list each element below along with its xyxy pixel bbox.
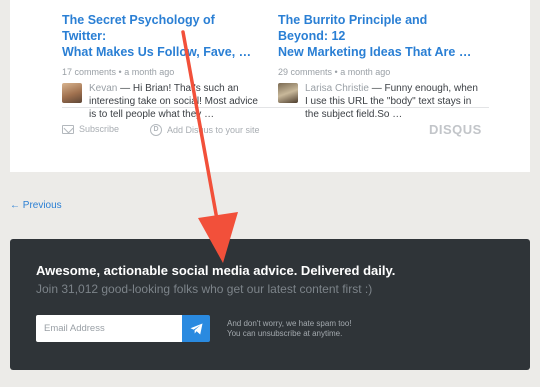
avatar[interactable] — [62, 83, 82, 103]
post-2-comment: Larisa Christie — Funny enough, when I u… — [278, 82, 478, 121]
subscribe-send-button[interactable] — [182, 315, 210, 342]
post-1-title-line-2: What Makes Us Follow, Fave, … — [62, 45, 252, 59]
paper-plane-icon — [190, 323, 202, 334]
comment-text-line-3: the subject field.So … — [305, 109, 403, 120]
meta-separator: • — [118, 67, 122, 77]
comment-text-line-2: I use this URL the "body" text stays in — [305, 96, 472, 107]
email-input[interactable] — [36, 315, 182, 342]
newsletter-headline: Awesome, actionable social media advice.… — [36, 263, 396, 278]
comment-text-line-3: is to tell people what they … — [89, 109, 215, 120]
add-disqus-label: Add Disqus to your site — [167, 125, 260, 135]
mail-icon — [62, 124, 74, 134]
post-2-title-line-1: The Burrito Principle and Beyond: 12 — [278, 13, 428, 43]
meta-separator: • — [334, 67, 338, 77]
post-1-comment-text: Kevan — Hi Brian! That's such an interes… — [89, 82, 262, 121]
post-1-comment-count[interactable]: 17 comments — [62, 67, 116, 77]
avatar[interactable] — [278, 83, 298, 103]
disqus-icon: D — [150, 124, 162, 136]
comment-text-line-1: — Hi Brian! That's such an — [120, 83, 239, 94]
post-2-title-line-2: New Marketing Ideas That Are … — [278, 45, 472, 59]
spam-note-line-1: And don't worry, we hate spam too! — [227, 319, 352, 328]
newsletter-subline: Join 31,012 good-looking folks who get o… — [36, 282, 373, 296]
post-2-meta: 29 comments • a month ago — [278, 67, 478, 78]
post-1-comment: Kevan — Hi Brian! That's such an interes… — [62, 82, 262, 121]
subscribe-label: Subscribe — [79, 124, 120, 134]
add-disqus-link[interactable]: D Add Disqus to your site — [150, 124, 260, 136]
post-2-comment-count[interactable]: 29 comments — [278, 67, 332, 77]
disqus-recommendations-card: The Secret Psychology of Twitter: What M… — [10, 0, 530, 172]
newsletter-signup: Awesome, actionable social media advice.… — [10, 239, 530, 370]
post-1-title-link[interactable]: The Secret Psychology of Twitter: What M… — [62, 12, 262, 60]
comment-text-line-2: interesting take on social! Most advice — [89, 96, 258, 107]
subscribe-link[interactable]: Subscribe — [62, 124, 119, 134]
post-2-title-link[interactable]: The Burrito Principle and Beyond: 12 New… — [278, 12, 478, 60]
spam-note-line-2: You can unsubscribe at anytime. — [227, 329, 343, 338]
recommended-post-2: The Burrito Principle and Beyond: 12 New… — [278, 12, 478, 121]
comment-author[interactable]: Kevan — [89, 83, 117, 94]
post-2-comment-text: Larisa Christie — Funny enough, when I u… — [305, 82, 478, 121]
disqus-logo[interactable]: DISQUS — [429, 122, 482, 137]
post-2-time: a month ago — [340, 67, 391, 77]
divider — [62, 107, 489, 108]
comment-author[interactable]: Larisa Christie — [305, 83, 369, 94]
post-1-title-line-1: The Secret Psychology of Twitter: — [62, 13, 215, 43]
recommended-post-1: The Secret Psychology of Twitter: What M… — [62, 12, 262, 121]
comment-text-line-1: — Funny enough, when — [371, 83, 478, 94]
post-1-time: a month ago — [124, 67, 175, 77]
post-1-meta: 17 comments • a month ago — [62, 67, 262, 78]
previous-page-link[interactable]: ← Previous — [10, 200, 62, 211]
spam-note: And don't worry, we hate spam too! You c… — [227, 319, 352, 339]
